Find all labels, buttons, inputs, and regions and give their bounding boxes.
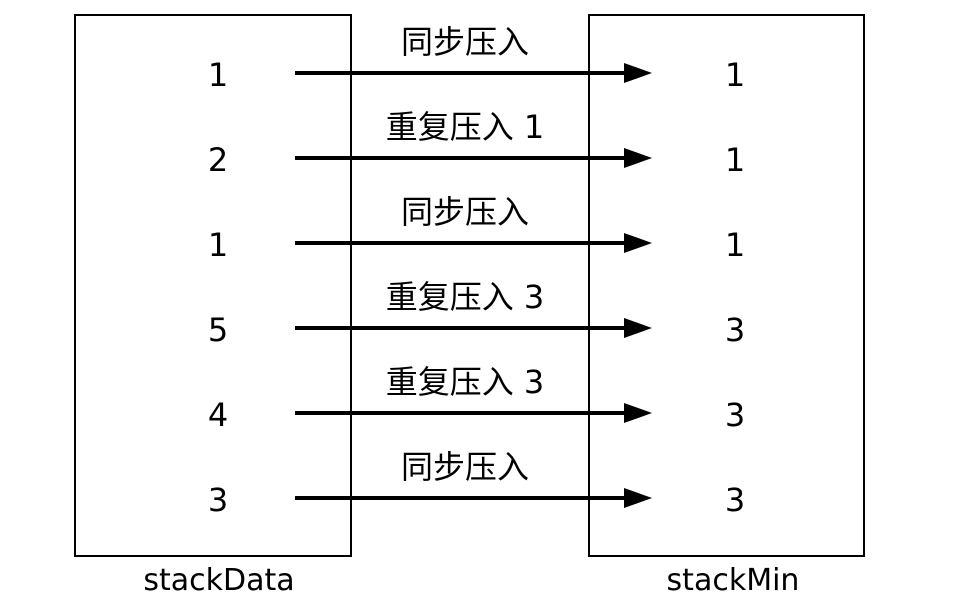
operation-label: 重复压入 3 (385, 363, 545, 401)
stack-data-value: 5 (207, 311, 229, 349)
arrowhead-icon (624, 403, 652, 423)
stack-min-value: 1 (724, 226, 746, 264)
operation-label: 同步压入 (400, 448, 529, 486)
stack-min-value: 3 (724, 311, 746, 349)
stack-data-value: 1 (207, 226, 229, 264)
stack-data-value: 1 (207, 56, 229, 94)
stack-min-caption: stackMin (666, 563, 800, 598)
operation-label: 重复压入 3 (385, 278, 545, 316)
stack-data-value: 2 (207, 141, 229, 179)
arrowhead-icon (624, 233, 652, 253)
arrowhead-icon (624, 318, 652, 338)
stack-min-value: 1 (724, 141, 746, 179)
arrowhead-icon (624, 488, 652, 508)
stack-data-caption: stackData (143, 563, 295, 598)
stack-data-value: 4 (207, 396, 229, 434)
arrowhead-icon (624, 63, 652, 83)
operation-label: 同步压入 (400, 23, 529, 61)
operation-label: 重复压入 1 (385, 108, 545, 146)
stack-min-value: 1 (724, 56, 746, 94)
arrowhead-icon (624, 148, 652, 168)
operation-label: 同步压入 (400, 193, 529, 231)
stack-data-value: 3 (207, 481, 229, 519)
stack-min-value: 3 (724, 396, 746, 434)
stack-min-value: 3 (724, 481, 746, 519)
